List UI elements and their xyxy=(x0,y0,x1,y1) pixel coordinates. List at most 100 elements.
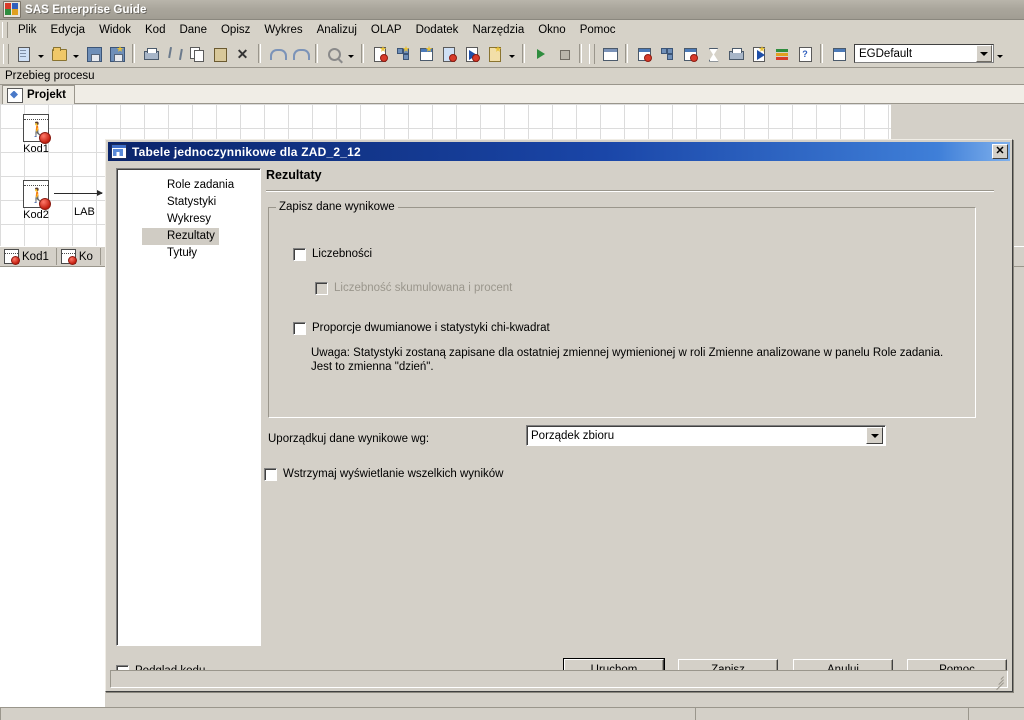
editor-visible-strip xyxy=(0,267,106,720)
nav-item-rezultaty[interactable]: Rezultaty xyxy=(142,228,219,245)
order-select-value: Porządek zbioru xyxy=(531,429,615,442)
resize-grip-icon[interactable] xyxy=(992,672,1004,691)
toolbar-overflow-icon[interactable] xyxy=(994,43,1005,64)
data-icon[interactable] xyxy=(679,43,700,64)
groupbox-legend: Zapisz dane wynikowe xyxy=(276,201,398,213)
toolbar-separator-1 xyxy=(132,44,135,63)
new-task-icon[interactable] xyxy=(369,43,390,64)
order-by-label: Uporządkuj dane wynikowe wg: xyxy=(268,433,430,445)
new-items-dropdown-icon[interactable] xyxy=(506,43,517,64)
menu-item-edycja[interactable]: Edycja xyxy=(44,22,93,39)
redo-icon[interactable] xyxy=(289,43,310,64)
nav-row: Statystyki xyxy=(117,194,260,211)
toolbar-grip-2[interactable] xyxy=(589,43,595,64)
nav-row: Role zadania xyxy=(117,177,260,194)
delete-icon[interactable]: ✕ xyxy=(232,43,253,64)
checkbox-proporcje-dwumianowe[interactable] xyxy=(293,322,306,335)
toolbar-separator-5 xyxy=(522,44,525,63)
doc-tab-kod1[interactable]: Kod1 xyxy=(0,248,57,265)
zoom-icon[interactable] xyxy=(323,43,344,64)
bars-icon[interactable] xyxy=(771,43,792,64)
page-title: Rezultaty xyxy=(266,168,322,182)
save-icon[interactable] xyxy=(83,43,104,64)
new-flow-icon[interactable] xyxy=(392,43,413,64)
window-icon[interactable] xyxy=(599,43,620,64)
zoom-dropdown-icon[interactable] xyxy=(345,43,356,64)
checkbox-wstrzymaj-wyswietlanie[interactable] xyxy=(264,468,277,481)
nav-row: Tytuły xyxy=(117,245,260,262)
menu-item-narzedzia[interactable]: Narzędzia xyxy=(465,22,531,39)
nav-item-tytuly[interactable]: Tytuły xyxy=(142,245,201,262)
new-code-icon[interactable] xyxy=(461,43,482,64)
flow-node-label: Kod2 xyxy=(23,209,49,221)
new-note-icon[interactable] xyxy=(484,43,505,64)
flow-node-kod2[interactable]: 🚶 Kod2 xyxy=(8,180,64,221)
menu-item-pomoc[interactable]: Pomoc xyxy=(573,22,623,39)
nav-item-role-zadania[interactable]: Role zadania xyxy=(142,177,238,194)
code-file-icon xyxy=(60,249,77,265)
checkbox-suppress-row[interactable]: Wstrzymaj wyświetlanie wszelkich wyników xyxy=(264,468,503,481)
nav-row: Rezultaty xyxy=(117,228,260,245)
profile-select[interactable]: EGDefault xyxy=(854,44,994,63)
table-icon xyxy=(111,144,127,159)
dialog-nav-list[interactable]: Role zadania Statystyki Wykresy Rezultat… xyxy=(116,168,261,646)
checkbox-binomial-row[interactable]: Proporcje dwumianowe i statystyki chi-kw… xyxy=(293,322,550,335)
dialog-title-bar[interactable]: Tabele jednoczynnikowe dla ZAD_2_12 ✕ xyxy=(108,142,1010,161)
flow-node-kod1[interactable]: 🚶 Kod1 xyxy=(8,114,64,155)
checkbox-proporcje-dwumianowe-label: Proporcje dwumianowe i statystyki chi-kw… xyxy=(312,322,550,334)
menu-item-widok[interactable]: Widok xyxy=(92,22,138,39)
new-document-icon[interactable] xyxy=(13,43,34,64)
new-query-icon[interactable] xyxy=(415,43,436,64)
menu-item-kod[interactable]: Kod xyxy=(138,22,172,39)
sas-logo-icon xyxy=(3,1,21,18)
tab-projekt[interactable]: Projekt xyxy=(2,85,75,104)
order-select[interactable]: Porządek zbioru xyxy=(526,425,886,446)
project-icon[interactable] xyxy=(633,43,654,64)
menu-item-dane[interactable]: Dane xyxy=(172,22,214,39)
menu-item-opisz[interactable]: Opisz xyxy=(214,22,257,39)
doc-tab-label: Kod1 xyxy=(22,250,49,263)
menu-item-dodatek[interactable]: Dodatek xyxy=(409,22,466,39)
status-segment-info xyxy=(695,708,968,720)
copy-icon[interactable] xyxy=(186,43,207,64)
dialog-title: Tabele jednoczynnikowe dla ZAD_2_12 xyxy=(132,144,361,159)
close-icon[interactable]: ✕ xyxy=(992,144,1008,159)
checkbox-liczebnosci-row[interactable]: Liczebności xyxy=(293,248,372,261)
menu-item-okno[interactable]: Okno xyxy=(531,22,573,39)
app-title: SAS Enterprise Guide xyxy=(25,3,147,16)
run-icon[interactable] xyxy=(530,43,551,64)
toolbar-separator-4 xyxy=(361,44,364,63)
save-all-icon[interactable] xyxy=(106,43,127,64)
project-tab-strip: Projekt xyxy=(0,85,1024,104)
print-icon[interactable] xyxy=(140,43,161,64)
new-report-icon[interactable] xyxy=(438,43,459,64)
nav-item-statystyki[interactable]: Statystyki xyxy=(142,194,220,211)
flow-tree-icon[interactable] xyxy=(656,43,677,64)
menu-item-plik[interactable]: Plik xyxy=(11,22,44,39)
toolbar-grip-1[interactable] xyxy=(3,43,9,64)
menu-item-analizuj[interactable]: Analizuj xyxy=(310,22,364,39)
open-folder-dropdown-icon[interactable] xyxy=(70,43,81,64)
checkbox-liczebnosc-skumulowana xyxy=(315,282,328,295)
chevron-down-icon[interactable] xyxy=(866,427,883,444)
checkbox-liczebnosci-label: Liczebności xyxy=(312,248,373,260)
menu-item-wykres[interactable]: Wykres xyxy=(257,22,309,39)
help-doc-icon[interactable]: ? xyxy=(794,43,815,64)
new-document-dropdown-icon[interactable] xyxy=(35,43,46,64)
print2-icon[interactable] xyxy=(725,43,746,64)
chevron-down-icon[interactable] xyxy=(976,45,992,62)
run-code-icon[interactable] xyxy=(748,43,769,64)
checkbox-liczebnosci[interactable] xyxy=(293,248,306,261)
stop-icon[interactable] xyxy=(553,43,574,64)
menu-item-olap[interactable]: OLAP xyxy=(364,22,409,39)
profile-icon[interactable] xyxy=(828,43,849,64)
menu-grip[interactable] xyxy=(2,22,8,38)
hourglass-icon[interactable] xyxy=(702,43,723,64)
doc-tab-label: Ko xyxy=(78,250,93,263)
paste-icon[interactable] xyxy=(209,43,230,64)
nav-item-wykresy[interactable]: Wykresy xyxy=(142,211,215,228)
open-folder-icon[interactable] xyxy=(48,43,69,64)
cut-icon[interactable] xyxy=(163,43,184,64)
undo-icon[interactable] xyxy=(266,43,287,64)
doc-tab-kod2[interactable]: Ko xyxy=(57,248,101,265)
